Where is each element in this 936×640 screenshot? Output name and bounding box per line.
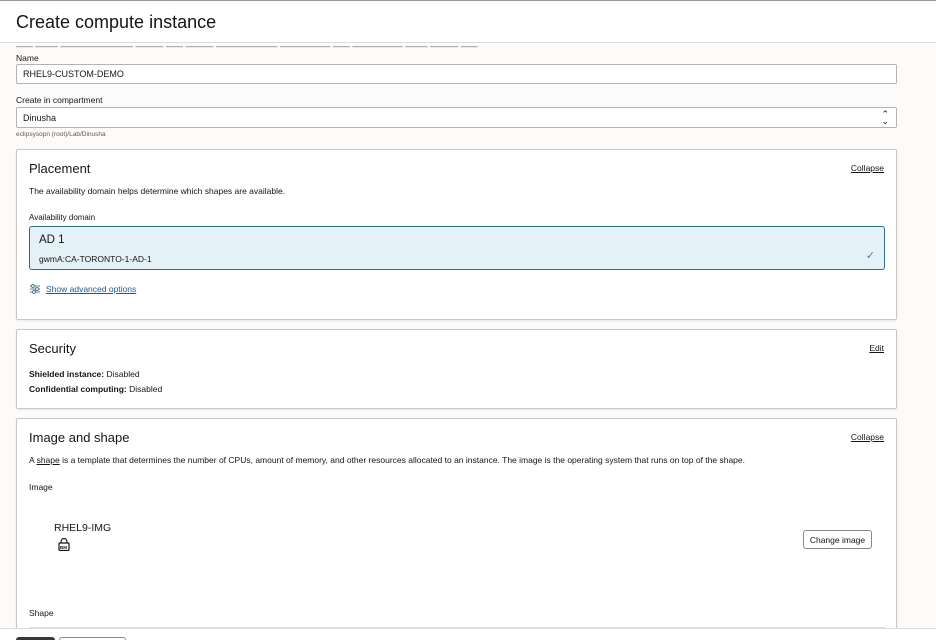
form-content[interactable]: ___ ____ _____________ _____ ___ _____ _… xyxy=(0,43,936,628)
change-image-button[interactable]: Change image xyxy=(803,530,872,549)
clipped-text-line: ___ ____ _____________ _____ ___ _____ _… xyxy=(16,43,478,48)
image-shape-panel: Image and shape Collapse A shape is a te… xyxy=(16,418,897,628)
checkmark-icon: ✓ xyxy=(865,250,875,262)
compartment-path: eclipsysopn (root)/Lab/Dinusha xyxy=(16,131,106,138)
image-label: Image xyxy=(29,482,53,492)
image-shape-collapse-link[interactable]: Collapse xyxy=(851,432,884,442)
security-panel: Security Edit Shielded instance: Disable… xyxy=(16,329,897,409)
sliders-icon xyxy=(30,284,40,294)
placement-title: Placement xyxy=(29,161,91,176)
page-title: Create compute instance xyxy=(16,12,217,32)
image-name: RHEL9-IMG xyxy=(54,522,112,534)
confidential-computing-row: Confidential computing: Disabled xyxy=(29,384,162,394)
availability-domain-label: Availability domain xyxy=(29,213,96,222)
availability-domain-card[interactable]: AD 1 gwmA:CA-TORONTO-1-AD-1 ✓ xyxy=(29,226,885,270)
ad-card-title: AD 1 xyxy=(39,234,65,246)
security-title: Security xyxy=(29,341,76,356)
show-advanced-options-label: Show advanced options xyxy=(46,284,137,294)
placement-collapse-link[interactable]: Collapse xyxy=(851,163,884,173)
image-shape-title: Image and shape xyxy=(29,430,130,445)
chevron-updown-icon: ⌃ ⌄ xyxy=(881,109,889,126)
footer-bar xyxy=(0,628,936,640)
shielded-instance-value: Disabled xyxy=(106,369,140,379)
confidential-computing-label: Confidential computing: xyxy=(29,384,127,394)
shape-help-link[interactable]: shape xyxy=(37,455,60,465)
name-input-value: RHEL9-CUSTOM-DEMO xyxy=(23,69,124,79)
compartment-select[interactable]: Dinusha ⌃ ⌄ xyxy=(16,107,897,128)
compartment-label: Create in compartment xyxy=(16,95,103,105)
placement-description: The availability domain helps determine … xyxy=(29,186,286,196)
name-label: Name xyxy=(16,53,39,63)
confidential-computing-value: Disabled xyxy=(129,384,163,394)
shielded-instance-label: Shielded instance: xyxy=(29,369,105,379)
image-shape-description: A shape is a template that determines th… xyxy=(29,455,745,465)
page-header: Create compute instance xyxy=(0,0,936,43)
shape-label: Shape xyxy=(29,608,54,618)
placement-panel: Placement Collapse The availability doma… xyxy=(16,149,897,320)
security-edit-link[interactable]: Edit xyxy=(869,343,884,353)
image-badge: BM xyxy=(60,544,67,550)
compartment-select-value: Dinusha xyxy=(23,112,57,123)
shielded-instance-row: Shielded instance: Disabled xyxy=(29,369,140,379)
lock-icon: BM xyxy=(57,537,71,552)
show-advanced-options-link[interactable]: Show advanced options xyxy=(29,283,136,295)
ad-card-subtitle: gwmA:CA-TORONTO-1-AD-1 xyxy=(39,254,152,264)
name-input[interactable]: RHEL9-CUSTOM-DEMO xyxy=(16,64,897,84)
